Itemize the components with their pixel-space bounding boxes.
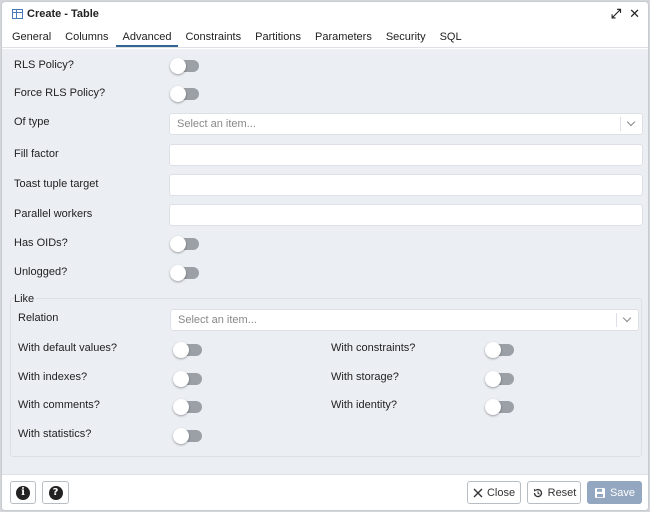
with-indexes-label: With indexes? bbox=[18, 371, 88, 383]
relation-placeholder: Select an item... bbox=[178, 314, 257, 326]
save-button-label: Save bbox=[609, 486, 636, 499]
dialog-title: Create - Table bbox=[27, 8, 99, 20]
toast-tuple-target-input[interactable] bbox=[169, 174, 643, 196]
tab-security[interactable]: Security bbox=[379, 26, 433, 47]
tab-bar: General Columns Advanced Constraints Par… bbox=[2, 26, 648, 48]
with-statistics-label: With statistics? bbox=[18, 428, 92, 440]
with-comments-toggle[interactable] bbox=[173, 399, 202, 415]
of-type-select[interactable]: Select an item... bbox=[169, 113, 643, 135]
with-identity-toggle[interactable] bbox=[485, 399, 514, 415]
has-oids-toggle[interactable] bbox=[170, 236, 199, 252]
help-icon: ? bbox=[48, 485, 63, 500]
with-comments-label: With comments? bbox=[18, 399, 100, 411]
parallel-workers-label: Parallel workers bbox=[14, 208, 93, 220]
tab-parameters[interactable]: Parameters bbox=[308, 26, 379, 47]
advanced-panel: RLS Policy? Force RLS Policy? Of type Se… bbox=[2, 49, 648, 474]
parallel-workers-input[interactable] bbox=[169, 204, 643, 226]
relation-select[interactable]: Select an item... bbox=[170, 309, 639, 331]
info-button[interactable]: i bbox=[10, 481, 36, 504]
of-type-label: Of type bbox=[14, 116, 50, 128]
tab-columns[interactable]: Columns bbox=[58, 26, 115, 47]
with-constraints-toggle[interactable] bbox=[485, 342, 514, 358]
with-default-values-label: With default values? bbox=[18, 342, 118, 354]
close-icon[interactable]: ✕ bbox=[629, 6, 640, 22]
reset-button[interactable]: Reset bbox=[527, 481, 581, 504]
tab-partitions[interactable]: Partitions bbox=[248, 26, 308, 47]
help-button[interactable]: ? bbox=[42, 481, 69, 504]
toast-tuple-target-label: Toast tuple target bbox=[14, 178, 99, 190]
create-table-dialog: Create - Table ⤢ ✕ General Columns Advan… bbox=[1, 1, 649, 511]
tab-sql[interactable]: SQL bbox=[433, 26, 469, 47]
of-type-placeholder: Select an item... bbox=[177, 118, 256, 130]
close-x-icon bbox=[473, 488, 483, 498]
with-identity-label: With identity? bbox=[331, 399, 398, 411]
fill-factor-input[interactable] bbox=[169, 144, 643, 166]
close-button[interactable]: Close bbox=[467, 481, 521, 504]
rls-policy-label: RLS Policy? bbox=[14, 59, 74, 71]
with-storage-toggle[interactable] bbox=[485, 371, 514, 387]
reset-button-label: Reset bbox=[547, 486, 577, 499]
tab-general[interactable]: General bbox=[5, 26, 58, 47]
rls-policy-toggle[interactable] bbox=[170, 58, 199, 74]
with-constraints-label: With constraints? bbox=[331, 342, 416, 354]
tab-advanced[interactable]: Advanced bbox=[115, 26, 179, 47]
with-default-values-toggle[interactable] bbox=[173, 342, 202, 358]
relation-label: Relation bbox=[18, 312, 59, 324]
force-rls-policy-label: Force RLS Policy? bbox=[14, 87, 106, 99]
save-icon bbox=[594, 487, 606, 499]
info-icon: i bbox=[16, 485, 30, 500]
chevron-down-icon[interactable] bbox=[616, 313, 638, 327]
with-indexes-toggle[interactable] bbox=[173, 371, 202, 387]
has-oids-label: Has OIDs? bbox=[14, 237, 68, 249]
chevron-down-icon[interactable] bbox=[620, 117, 642, 131]
reset-icon bbox=[532, 487, 544, 499]
table-icon bbox=[12, 9, 23, 19]
tab-constraints[interactable]: Constraints bbox=[178, 26, 248, 47]
with-storage-label: With storage? bbox=[331, 371, 399, 383]
force-rls-policy-toggle[interactable] bbox=[170, 86, 199, 102]
save-button[interactable]: Save bbox=[587, 481, 642, 504]
expand-icon[interactable]: ⤢ bbox=[611, 6, 621, 22]
dialog-footer: i ? Close Reset Save bbox=[2, 474, 648, 510]
like-legend: Like bbox=[14, 293, 37, 305]
unlogged-toggle[interactable] bbox=[170, 265, 199, 281]
close-button-label: Close bbox=[486, 486, 516, 499]
with-statistics-toggle[interactable] bbox=[173, 428, 202, 444]
unlogged-label: Unlogged? bbox=[14, 266, 68, 278]
dialog-titlebar[interactable]: Create - Table ⤢ ✕ bbox=[2, 2, 648, 26]
fill-factor-label: Fill factor bbox=[14, 148, 59, 160]
